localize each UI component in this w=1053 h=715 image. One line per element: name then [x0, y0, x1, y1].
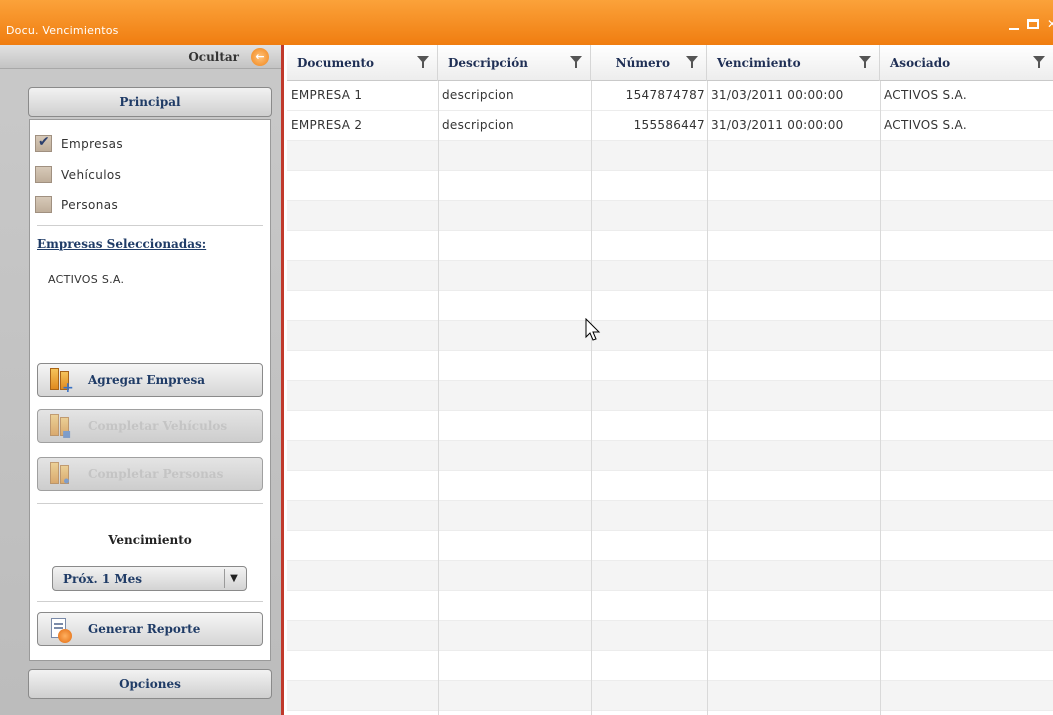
- vencimiento-label: Vencimiento: [108, 533, 192, 547]
- divider: [37, 225, 263, 226]
- empty-row: [287, 201, 1053, 231]
- filter-icon[interactable]: [859, 56, 871, 70]
- maximize-icon[interactable]: [1027, 19, 1039, 29]
- report-icon: [48, 617, 74, 643]
- close-icon[interactable]: ✕: [1047, 18, 1053, 30]
- complete-vehicles-button[interactable]: ▪ Completar Vehículos: [37, 409, 263, 443]
- vehicles-icon: ▪: [48, 414, 74, 442]
- add-company-icon: +: [48, 368, 74, 396]
- column-header-numero[interactable]: Número: [591, 45, 707, 81]
- empty-row: [287, 321, 1053, 351]
- column-header-label: Descripción: [448, 56, 528, 70]
- empty-row: [287, 621, 1053, 651]
- empty-row: [287, 261, 1053, 291]
- empty-row: [287, 651, 1053, 681]
- selected-companies-title: Empresas Seleccionadas:: [37, 237, 207, 251]
- checkbox-label: Personas: [61, 197, 119, 212]
- empty-row: [287, 681, 1053, 711]
- cell-documento: EMPRESA 1: [291, 88, 363, 102]
- cell-descripcion: descripcion: [442, 118, 514, 132]
- empty-row: [287, 381, 1053, 411]
- empty-row: [287, 531, 1053, 561]
- checkbox-checked-icon[interactable]: [35, 134, 52, 152]
- empty-row: [287, 141, 1053, 171]
- column-header-label: Vencimiento: [717, 56, 801, 70]
- empty-row: [287, 351, 1053, 381]
- column-header-label: Asociado: [890, 56, 951, 70]
- empty-row: [287, 411, 1053, 441]
- column-header-documento[interactable]: Documento: [287, 45, 438, 81]
- complete-people-button[interactable]: • Completar Personas: [37, 457, 263, 491]
- empty-row: [287, 441, 1053, 471]
- empty-row: [287, 471, 1053, 501]
- checkbox-label: Vehículos: [61, 167, 122, 182]
- button-label: Completar Vehículos: [88, 419, 228, 433]
- cell-descripcion: descripcion: [442, 88, 514, 102]
- empty-row: [287, 171, 1053, 201]
- column-header-label: Número: [615, 56, 670, 70]
- cell-numero: 155586447: [633, 118, 705, 132]
- empty-row: [287, 231, 1053, 261]
- grid-rows: EMPRESA 1 descripcion 1547874787 31/03/2…: [287, 81, 1053, 711]
- add-company-button[interactable]: + Agregar Empresa: [37, 363, 263, 397]
- button-label: Agregar Empresa: [88, 373, 206, 387]
- empty-row: [287, 291, 1053, 321]
- principal-section-button[interactable]: Principal: [28, 87, 272, 117]
- button-label: Generar Reporte: [88, 622, 201, 636]
- filter-icon[interactable]: [686, 56, 698, 70]
- column-header-vencimiento[interactable]: Vencimiento: [707, 45, 880, 81]
- checkbox-vehiculos[interactable]: Vehículos: [35, 166, 121, 183]
- cell-asociado: ACTIVOS S.A.: [884, 88, 967, 102]
- window-controls: ✕: [1009, 18, 1053, 30]
- column-header-label: Documento: [297, 56, 375, 70]
- filter-icon[interactable]: [1033, 56, 1045, 70]
- empty-row: [287, 591, 1053, 621]
- grid-header: Documento Descripción Número Vencimiento…: [287, 45, 1053, 81]
- cell-vencimiento: 31/03/2011 00:00:00: [711, 118, 844, 132]
- title-bar: Docu. Vencimientos ✕: [0, 0, 1053, 45]
- minimize-icon[interactable]: [1009, 28, 1019, 30]
- column-divider: [591, 81, 592, 715]
- table-row[interactable]: EMPRESA 1 descripcion 1547874787 31/03/2…: [287, 81, 1053, 111]
- checkbox-label: Empresas: [61, 136, 123, 151]
- people-icon: •: [48, 462, 74, 490]
- chevron-down-icon[interactable]: ▼: [224, 569, 243, 588]
- select-value: Próx. 1 Mes: [63, 571, 143, 586]
- selected-company-item: ACTIVOS S.A.: [48, 273, 125, 286]
- checkbox-unchecked-icon[interactable]: [35, 196, 52, 213]
- cell-documento: EMPRESA 2: [291, 118, 363, 132]
- arrow-left-icon[interactable]: ←: [251, 48, 269, 66]
- checkbox-personas[interactable]: Personas: [35, 196, 118, 213]
- documents-grid: Documento Descripción Número Vencimiento…: [287, 45, 1053, 715]
- column-divider: [880, 81, 881, 715]
- column-divider: [438, 81, 439, 715]
- hide-panel-label: Ocultar: [188, 50, 239, 64]
- table-row[interactable]: EMPRESA 2 descripcion 155586447 31/03/20…: [287, 111, 1053, 141]
- checkbox-unchecked-icon[interactable]: [35, 166, 52, 183]
- hide-panel-bar[interactable]: Ocultar ←: [0, 45, 281, 69]
- column-header-descripcion[interactable]: Descripción: [438, 45, 591, 81]
- button-label: Completar Personas: [88, 467, 224, 481]
- empty-row: [287, 501, 1053, 531]
- column-divider: [707, 81, 708, 715]
- divider: [37, 503, 263, 504]
- column-header-asociado[interactable]: Asociado: [880, 45, 1053, 81]
- filter-icon[interactable]: [417, 56, 429, 70]
- generate-report-button[interactable]: Generar Reporte: [37, 612, 263, 646]
- window-title: Docu. Vencimientos: [6, 24, 119, 37]
- options-section-button[interactable]: Opciones: [28, 669, 272, 699]
- checkbox-empresas[interactable]: Empresas: [35, 134, 123, 152]
- filter-icon[interactable]: [570, 56, 582, 70]
- cell-asociado: ACTIVOS S.A.: [884, 118, 967, 132]
- left-panel: Ocultar ← Principal Empresas Vehículos P…: [0, 45, 284, 715]
- empty-row: [287, 561, 1053, 591]
- cell-vencimiento: 31/03/2011 00:00:00: [711, 88, 844, 102]
- divider: [37, 601, 263, 602]
- mouse-cursor-icon: [585, 318, 601, 341]
- vencimiento-select[interactable]: Próx. 1 Mes ▼: [52, 566, 247, 591]
- cell-numero: 1547874787: [625, 88, 705, 102]
